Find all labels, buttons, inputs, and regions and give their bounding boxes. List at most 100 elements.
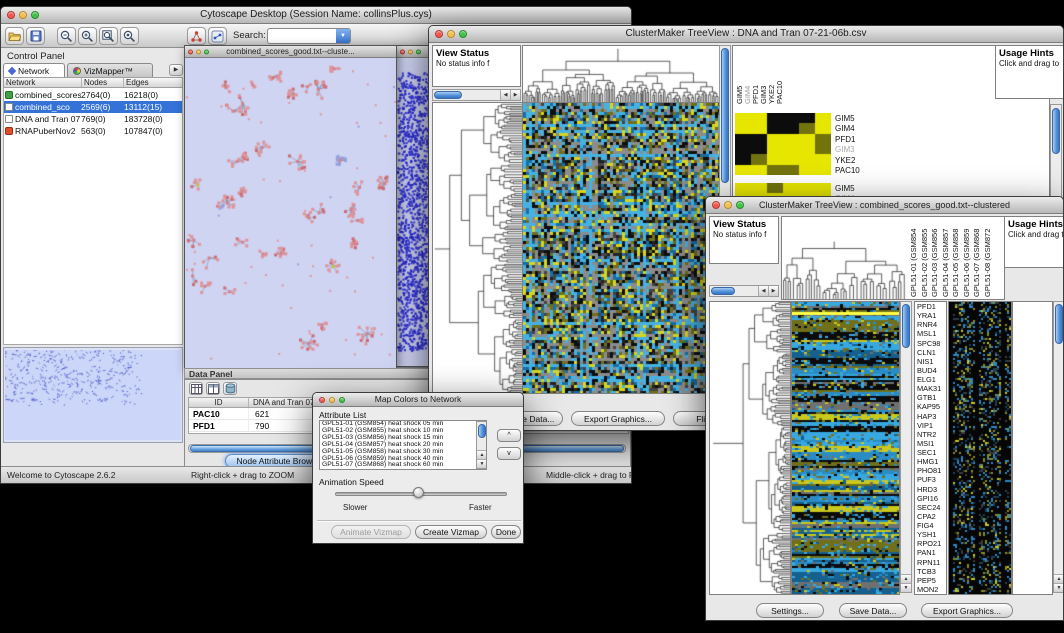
minimize-icon[interactable]	[196, 49, 201, 54]
gene-label[interactable]: SEC1	[917, 448, 946, 457]
attribute-list-scrollbar[interactable]: ▲▼	[476, 421, 487, 469]
combo-dropdown-icon[interactable]: ▼	[336, 29, 350, 43]
gene-label[interactable]: RPN11	[917, 558, 946, 567]
zoom-icon[interactable]	[204, 49, 209, 54]
tab-network[interactable]: Network	[3, 63, 65, 77]
minimize-icon[interactable]	[447, 30, 455, 38]
tv2-titlebar[interactable]: ClusterMaker TreeView : combined_scores_…	[706, 197, 1063, 214]
scroll-down-arrow-icon[interactable]: ▼	[901, 583, 911, 592]
gene-label[interactable]: GPI16	[917, 494, 946, 503]
done-button[interactable]: Done	[491, 525, 521, 539]
close-icon[interactable]	[712, 201, 720, 209]
scrollbar-thumb[interactable]	[711, 287, 735, 295]
gene-label[interactable]: NTR2	[917, 430, 946, 439]
network-view-titlebar[interactable]: combined_scores_good.txt--cluste...	[185, 46, 396, 58]
close-icon[interactable]	[400, 49, 405, 54]
scrollbar-thumb[interactable]	[478, 424, 486, 438]
gene-label[interactable]: VIP1	[917, 421, 946, 430]
scroll-up-arrow-icon[interactable]: ▲	[1054, 574, 1064, 583]
network-table-row[interactable]: DNA and Tran 07769(0)183728(0)	[4, 113, 182, 125]
tv2-column-dendrogram[interactable]	[782, 217, 906, 299]
main-titlebar[interactable]: Cytoscape Desktop (Session Name: collins…	[1, 7, 631, 24]
tv2-export-graphics-button[interactable]: Export Graphics...	[921, 603, 1013, 618]
tv1-correlation-matrix-1[interactable]	[735, 113, 831, 175]
gene-label[interactable]: HRD3	[917, 485, 946, 494]
gene-label[interactable]: MON2	[917, 585, 946, 594]
gene-label[interactable]: SPC98	[917, 339, 946, 348]
attribute-db-button[interactable]	[223, 382, 237, 395]
scrollbar-thumb[interactable]	[902, 304, 910, 348]
tv2-save-data-button[interactable]: Save Data...	[839, 603, 907, 618]
attribute-list[interactable]: GPL51-01 (GSM854) heat shock 05 minGPL51…	[319, 420, 487, 470]
gene-label[interactable]: HAP3	[917, 412, 946, 421]
move-down-button[interactable]: v	[497, 447, 521, 460]
gene-label[interactable]: HMG1	[917, 457, 946, 466]
gene-label[interactable]: CLN1	[917, 348, 946, 357]
tv2-row-dendrogram[interactable]	[709, 301, 791, 595]
gene-label[interactable]: MSI1	[917, 439, 946, 448]
gene-label[interactable]: PUF3	[917, 475, 946, 484]
tv1-row-dendrogram[interactable]	[432, 102, 523, 394]
minimize-icon[interactable]	[19, 11, 27, 19]
close-icon[interactable]	[188, 49, 193, 54]
column-header-network[interactable]: Network	[4, 78, 82, 87]
network-mode-button[interactable]	[208, 27, 227, 45]
move-up-button[interactable]: ^	[497, 429, 521, 442]
minimize-icon[interactable]	[408, 49, 413, 54]
network-table-row[interactable]: RNAPuberNov2563(0)107847(0)	[4, 125, 182, 137]
tv2-right-vscrollbar[interactable]: ▲▼	[1053, 301, 1064, 593]
scroll-right-arrow-icon[interactable]: ▶	[510, 90, 520, 100]
gene-label[interactable]: FIG4	[917, 521, 946, 530]
network-table-row[interactable]: combined_scores2764(0)16218(0)	[4, 89, 182, 101]
gene-label[interactable]: PFD1	[917, 302, 946, 311]
zoom-in-button[interactable]	[78, 27, 97, 45]
close-icon[interactable]	[319, 397, 325, 403]
close-icon[interactable]	[7, 11, 15, 19]
column-header-nodes[interactable]: Nodes	[82, 78, 124, 87]
scrollbar-thumb[interactable]	[1055, 304, 1063, 344]
scroll-up-arrow-icon[interactable]: ▲	[477, 450, 487, 459]
scroll-down-arrow-icon[interactable]: ▼	[477, 459, 487, 468]
network-overview-canvas[interactable]	[5, 350, 181, 440]
table-panel-button[interactable]	[206, 382, 220, 395]
tab-overflow-button[interactable]: ▶	[169, 64, 183, 76]
zoom-icon[interactable]	[736, 201, 744, 209]
minimize-icon[interactable]	[724, 201, 732, 209]
tv2-heatmap[interactable]	[791, 301, 900, 595]
table-grid-button[interactable]	[189, 382, 203, 395]
gene-label[interactable]: RNR4	[917, 320, 946, 329]
network-overview-panel[interactable]	[3, 347, 183, 443]
save-button[interactable]	[26, 27, 45, 45]
gene-label[interactable]: TCB3	[917, 567, 946, 576]
tv1-column-dendrogram[interactable]	[522, 45, 720, 103]
gene-label[interactable]: PAN1	[917, 548, 946, 557]
scroll-left-arrow-icon[interactable]: ◀	[758, 286, 768, 296]
gene-label[interactable]: PHO81	[917, 466, 946, 475]
zoom-icon[interactable]	[416, 49, 421, 54]
close-icon[interactable]	[435, 30, 443, 38]
scrollbar-thumb[interactable]	[1052, 108, 1060, 154]
gene-label[interactable]: YRA1	[917, 311, 946, 320]
zoom-fit-button[interactable]	[99, 27, 118, 45]
attribute-list-item[interactable]: GPL51-07 (GSM868) heat shock 60 min	[320, 462, 486, 469]
gene-label[interactable]: RPO21	[917, 539, 946, 548]
slider-thumb[interactable]	[413, 487, 424, 498]
gene-label[interactable]: CPA2	[917, 512, 946, 521]
gene-label[interactable]: ELG1	[917, 375, 946, 384]
tv1-row-hscrollbar[interactable]: ◀▶	[432, 89, 521, 101]
search-combo[interactable]: ▼	[267, 28, 351, 44]
zoom-icon[interactable]	[339, 397, 345, 403]
tv1-export-graphics-button[interactable]: Export Graphics...	[571, 411, 665, 426]
zoom-icon[interactable]	[459, 30, 467, 38]
gene-label[interactable]: MSL1	[917, 329, 946, 338]
open-button[interactable]	[5, 27, 24, 45]
gene-label[interactable]: KAP95	[917, 402, 946, 411]
gene-label[interactable]: PEP5	[917, 576, 946, 585]
dialog-titlebar[interactable]: Map Colors to Network	[313, 393, 523, 407]
network-table-row[interactable]: combined_sco2569(6)13112(15)	[4, 101, 182, 113]
create-vizmap-button[interactable]: Create Vizmap	[415, 525, 487, 539]
tv1-titlebar[interactable]: ClusterMaker TreeView : DNA and Tran 07-…	[429, 26, 1063, 43]
gene-label[interactable]: MAK31	[917, 384, 946, 393]
gene-label[interactable]: SEC24	[917, 503, 946, 512]
data-column-id[interactable]: ID	[189, 398, 249, 407]
